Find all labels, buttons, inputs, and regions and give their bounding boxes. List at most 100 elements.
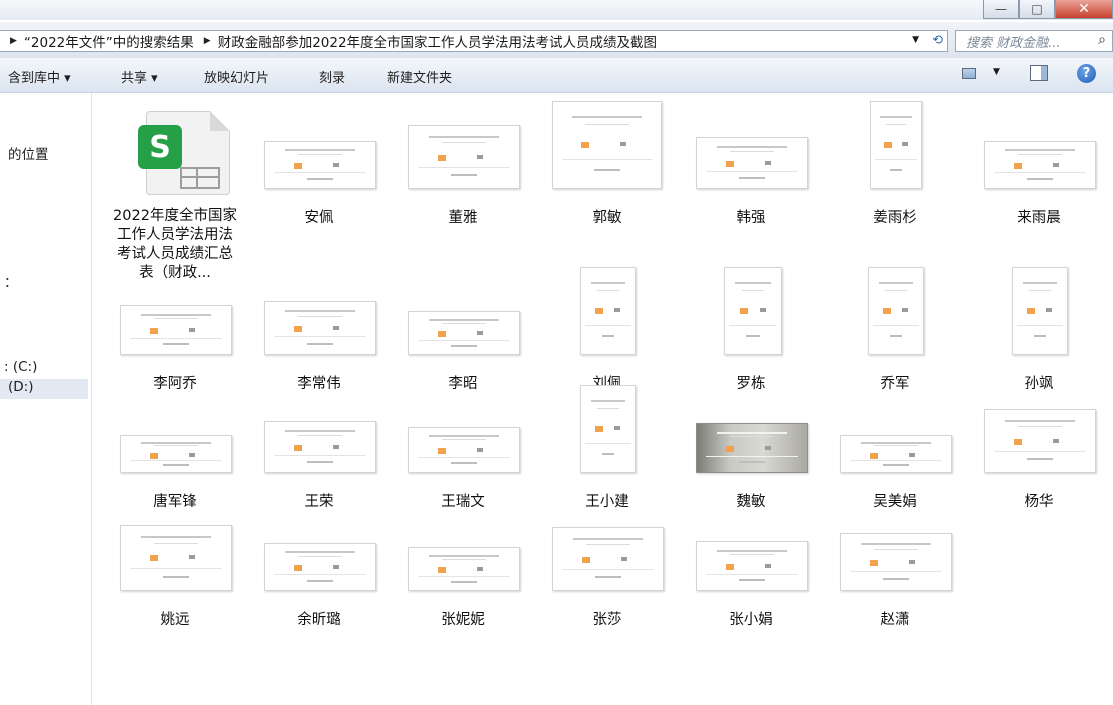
image-thumbnail bbox=[408, 311, 520, 355]
file-item[interactable]: 李昭 bbox=[398, 267, 528, 394]
share-button[interactable]: 共享 ▾ bbox=[121, 67, 158, 86]
file-item[interactable]: 赵潇 bbox=[830, 503, 960, 630]
image-thumbnail bbox=[120, 435, 232, 473]
breadcrumb-search-results[interactable]: “2022年文件”中的搜索结果 bbox=[24, 31, 194, 51]
file-label: 姜雨杉 bbox=[873, 210, 917, 226]
file-label: 余昕璐 bbox=[297, 612, 341, 628]
file-label: 安佩 bbox=[304, 210, 334, 226]
file-label: 张小娟 bbox=[729, 612, 773, 628]
refresh-icon[interactable]: ⟲ bbox=[932, 33, 943, 48]
image-thumbnail bbox=[552, 527, 664, 591]
file-item[interactable]: 张小娟 bbox=[686, 503, 816, 630]
file-item[interactable]: 吴美娟 bbox=[830, 385, 960, 512]
file-label: 韩强 bbox=[736, 210, 766, 226]
nav-item-partial[interactable]: ： bbox=[4, 271, 18, 291]
file-item[interactable]: 来雨晨 bbox=[974, 101, 1104, 228]
file-item[interactable]: 张妮妮 bbox=[398, 503, 528, 630]
nav-item-drive-c[interactable]: : (C:) bbox=[4, 359, 37, 375]
breadcrumb-separator-icon[interactable]: ▶ bbox=[10, 36, 17, 46]
file-view: S 2022年度全市国家工作人员学法用法考试人员成绩汇总表（财政... 安佩 董… bbox=[92, 93, 1113, 705]
spreadsheet-icon: S bbox=[138, 111, 232, 197]
file-label: 郭敏 bbox=[592, 210, 622, 226]
burn-button[interactable]: 刻录 bbox=[319, 67, 345, 86]
image-thumbnail bbox=[696, 541, 808, 591]
file-item[interactable]: 王荣 bbox=[254, 385, 384, 512]
file-item[interactable]: 杨华 bbox=[974, 385, 1104, 512]
image-thumbnail bbox=[408, 125, 520, 189]
breadcrumb-separator-icon[interactable]: ▶ bbox=[204, 36, 211, 46]
file-label: 赵潇 bbox=[880, 612, 910, 628]
file-item[interactable]: 孙飒 bbox=[974, 267, 1104, 394]
file-item[interactable]: 张莎 bbox=[542, 503, 672, 630]
window-controls: — □ ✕ bbox=[983, 0, 1113, 19]
image-thumbnail bbox=[264, 421, 376, 473]
navigation-pane: 的位置 ： : (C:) (D:) bbox=[0, 93, 92, 705]
breadcrumb-current-folder[interactable]: 财政金融部参加2022年度全市国家工作人员学法用法考试人员成绩及截图 bbox=[218, 31, 657, 51]
file-label: 张妮妮 bbox=[441, 612, 485, 628]
address-bar[interactable]: ▶ “2022年文件”中的搜索结果 ▶ 财政金融部参加2022年度全市国家工作人… bbox=[0, 30, 948, 52]
include-in-library-button[interactable]: 含到库中 ▾ bbox=[8, 67, 71, 86]
search-icon[interactable]: ⌕ bbox=[1098, 32, 1106, 48]
preview-pane-icon[interactable] bbox=[1030, 65, 1048, 81]
search-input[interactable]: 搜索 财政金融... ⌕ bbox=[955, 30, 1113, 52]
address-dropdown-icon[interactable]: ▼ bbox=[912, 35, 919, 45]
image-thumbnail bbox=[696, 423, 808, 473]
file-item[interactable]: 刘佩 bbox=[542, 267, 672, 394]
image-thumbnail bbox=[840, 435, 952, 473]
help-icon[interactable]: ? bbox=[1077, 64, 1096, 83]
file-item[interactable]: 余昕璐 bbox=[254, 503, 384, 630]
file-item[interactable]: 乔军 bbox=[830, 267, 960, 394]
file-item[interactable]: 韩强 bbox=[686, 101, 816, 228]
file-item[interactable]: 王瑞文 bbox=[398, 385, 528, 512]
slideshow-button[interactable]: 放映幻灯片 bbox=[204, 67, 269, 86]
file-label: 杨华 bbox=[1024, 494, 1054, 510]
image-thumbnail bbox=[1012, 267, 1068, 355]
title-bar: — □ ✕ bbox=[0, 0, 1113, 20]
image-thumbnail bbox=[580, 267, 636, 355]
file-label: 董雅 bbox=[448, 210, 478, 226]
image-thumbnail bbox=[580, 385, 636, 473]
image-thumbnail bbox=[408, 427, 520, 473]
file-item[interactable]: 李阿乔 bbox=[110, 267, 240, 394]
file-item[interactable]: 郭敏 bbox=[542, 101, 672, 228]
file-item[interactable]: 董雅 bbox=[398, 101, 528, 228]
file-item[interactable]: 魏敏 bbox=[686, 385, 816, 512]
file-item[interactable]: 姚远 bbox=[110, 503, 240, 630]
image-thumbnail bbox=[984, 141, 1096, 189]
image-thumbnail bbox=[870, 101, 922, 189]
image-thumbnail bbox=[264, 141, 376, 189]
image-thumbnail bbox=[696, 137, 808, 189]
view-dropdown-icon[interactable]: ▼ bbox=[993, 67, 1000, 77]
file-item[interactable]: S 2022年度全市国家工作人员学法用法考试人员成绩汇总表（财政... bbox=[110, 101, 240, 283]
image-thumbnail bbox=[264, 301, 376, 355]
image-thumbnail bbox=[840, 533, 952, 591]
file-item[interactable]: 唐军锋 bbox=[110, 385, 240, 512]
image-thumbnail bbox=[408, 547, 520, 591]
maximize-button[interactable]: □ bbox=[1019, 0, 1055, 19]
file-item[interactable]: 王小建 bbox=[542, 385, 672, 512]
file-label: 姚远 bbox=[160, 612, 190, 628]
new-folder-button[interactable]: 新建文件夹 bbox=[387, 67, 452, 86]
image-thumbnail bbox=[552, 101, 662, 189]
file-item[interactable]: 安佩 bbox=[254, 101, 384, 228]
command-toolbar: 含到库中 ▾ 共享 ▾ 放映幻灯片 刻录 新建文件夹 ▼ ? bbox=[0, 58, 1113, 93]
nav-item-locations[interactable]: 的位置 bbox=[8, 143, 49, 163]
close-button[interactable]: ✕ bbox=[1055, 0, 1113, 19]
image-thumbnail bbox=[868, 267, 924, 355]
view-options-icon[interactable] bbox=[962, 68, 976, 79]
minimize-button[interactable]: — bbox=[983, 0, 1019, 19]
image-thumbnail bbox=[264, 543, 376, 591]
image-thumbnail bbox=[120, 525, 232, 591]
image-thumbnail bbox=[724, 267, 782, 355]
address-row: ▶ “2022年文件”中的搜索结果 ▶ 财政金融部参加2022年度全市国家工作人… bbox=[0, 22, 1113, 58]
file-item[interactable]: 姜雨杉 bbox=[830, 101, 960, 228]
file-label: 张莎 bbox=[592, 612, 622, 628]
nav-item-drive-d[interactable]: (D:) bbox=[0, 379, 88, 399]
file-label: 来雨晨 bbox=[1017, 210, 1061, 226]
search-placeholder: 搜索 财政金融... bbox=[966, 35, 1061, 51]
image-thumbnail bbox=[984, 409, 1096, 473]
file-item[interactable]: 李常伟 bbox=[254, 267, 384, 394]
nav-item-drive-d-label: (D:) bbox=[8, 379, 34, 395]
image-thumbnail bbox=[120, 305, 232, 355]
file-item[interactable]: 罗栋 bbox=[686, 267, 816, 394]
